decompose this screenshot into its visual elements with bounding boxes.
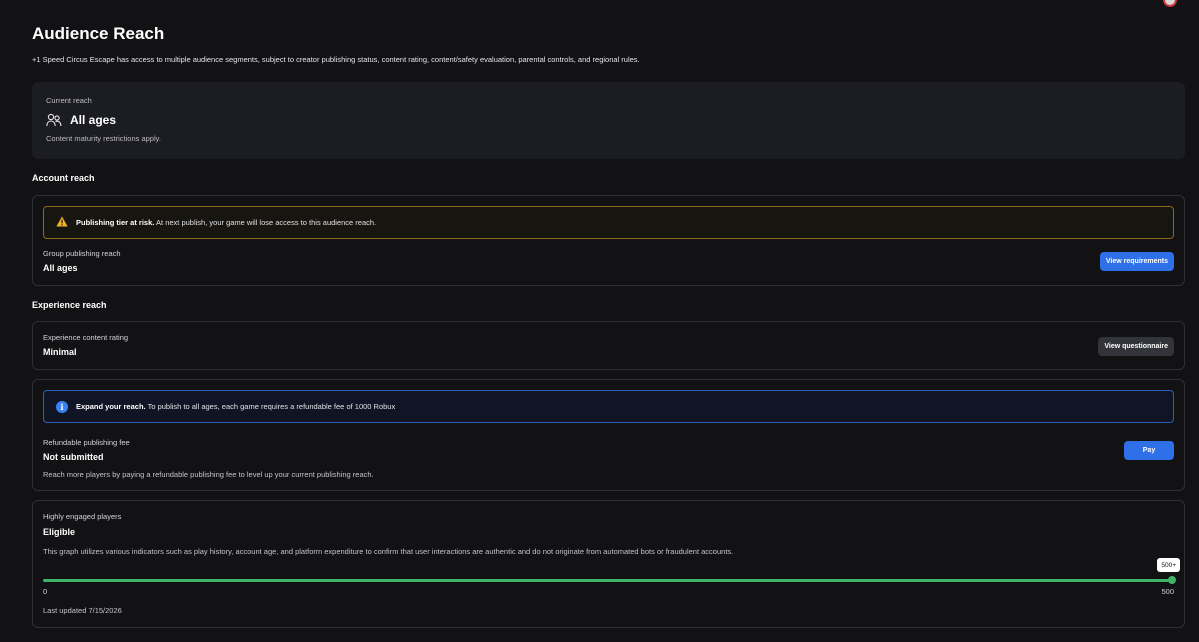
account-reach-heading: Account reach: [32, 173, 95, 183]
experience-reach-heading: Experience reach: [32, 300, 107, 310]
people-icon: [46, 113, 62, 127]
slider-min-label: 0: [43, 587, 48, 596]
current-reach-card: Current reach All ages Content maturity …: [32, 82, 1185, 159]
engagement-slider-knob[interactable]: [1168, 576, 1176, 584]
current-reach-note: Content maturity restrictions apply.: [46, 134, 161, 143]
fee-value: Not submitted: [43, 452, 104, 462]
page-title: Audience Reach: [32, 24, 165, 43]
engaged-players-box: Highly engaged players Eligible This gra…: [32, 500, 1185, 628]
group-reach-label: Group publishing reach: [43, 249, 121, 258]
current-reach-value: All ages: [70, 113, 117, 127]
account-reach-box: Publishing tier at risk. At next publish…: [32, 195, 1185, 286]
fee-label: Refundable publishing fee: [43, 438, 130, 447]
content-rating-value: Minimal: [43, 347, 77, 357]
group-reach-value: All ages: [43, 263, 78, 273]
warning-icon: [56, 216, 68, 229]
publishing-fee-box: i Expand your reach. To publish to all a…: [32, 379, 1185, 491]
view-requirements-button[interactable]: View requirements: [1099, 252, 1174, 271]
info-icon: i: [56, 400, 68, 413]
publishing-tier-alert: Publishing tier at risk. At next publish…: [43, 206, 1174, 239]
engaged-description: This graph utilizes various indicators s…: [43, 547, 734, 556]
avatar[interactable]: [1163, 0, 1177, 7]
view-questionnaire-button[interactable]: View questionnaire: [1098, 337, 1174, 356]
alert-message: At next publish, your game will lose acc…: [156, 218, 377, 227]
current-reach-row: All ages: [46, 113, 116, 127]
audience-reach-page: Audience Reach +1 Speed Circus Escape ha…: [0, 0, 1199, 642]
engagement-slider-track: [43, 579, 1174, 582]
slider-max-label: 500: [1161, 587, 1174, 596]
content-rating-label: Experience content rating: [43, 333, 129, 342]
engaged-value: Eligible: [43, 527, 76, 537]
content-rating-box: Experience content rating Minimal View q…: [32, 321, 1185, 370]
alert-title: Publishing tier at risk.: [76, 218, 155, 227]
page-subtitle: +1 Speed Circus Escape has access to mul…: [32, 55, 640, 64]
info-title: Expand your reach.: [76, 402, 146, 411]
expand-reach-alert: i Expand your reach. To publish to all a…: [43, 390, 1174, 423]
last-updated: Last updated 7/15/2026: [43, 606, 122, 615]
pay-button[interactable]: Pay: [1124, 441, 1174, 460]
fee-description: Reach more players by paying a refundabl…: [43, 470, 374, 479]
engaged-label: Highly engaged players: [43, 512, 122, 521]
current-reach-label: Current reach: [46, 96, 92, 105]
info-message: To publish to all ages, each game requir…: [147, 402, 396, 411]
slider-tooltip: 500+: [1157, 558, 1180, 572]
